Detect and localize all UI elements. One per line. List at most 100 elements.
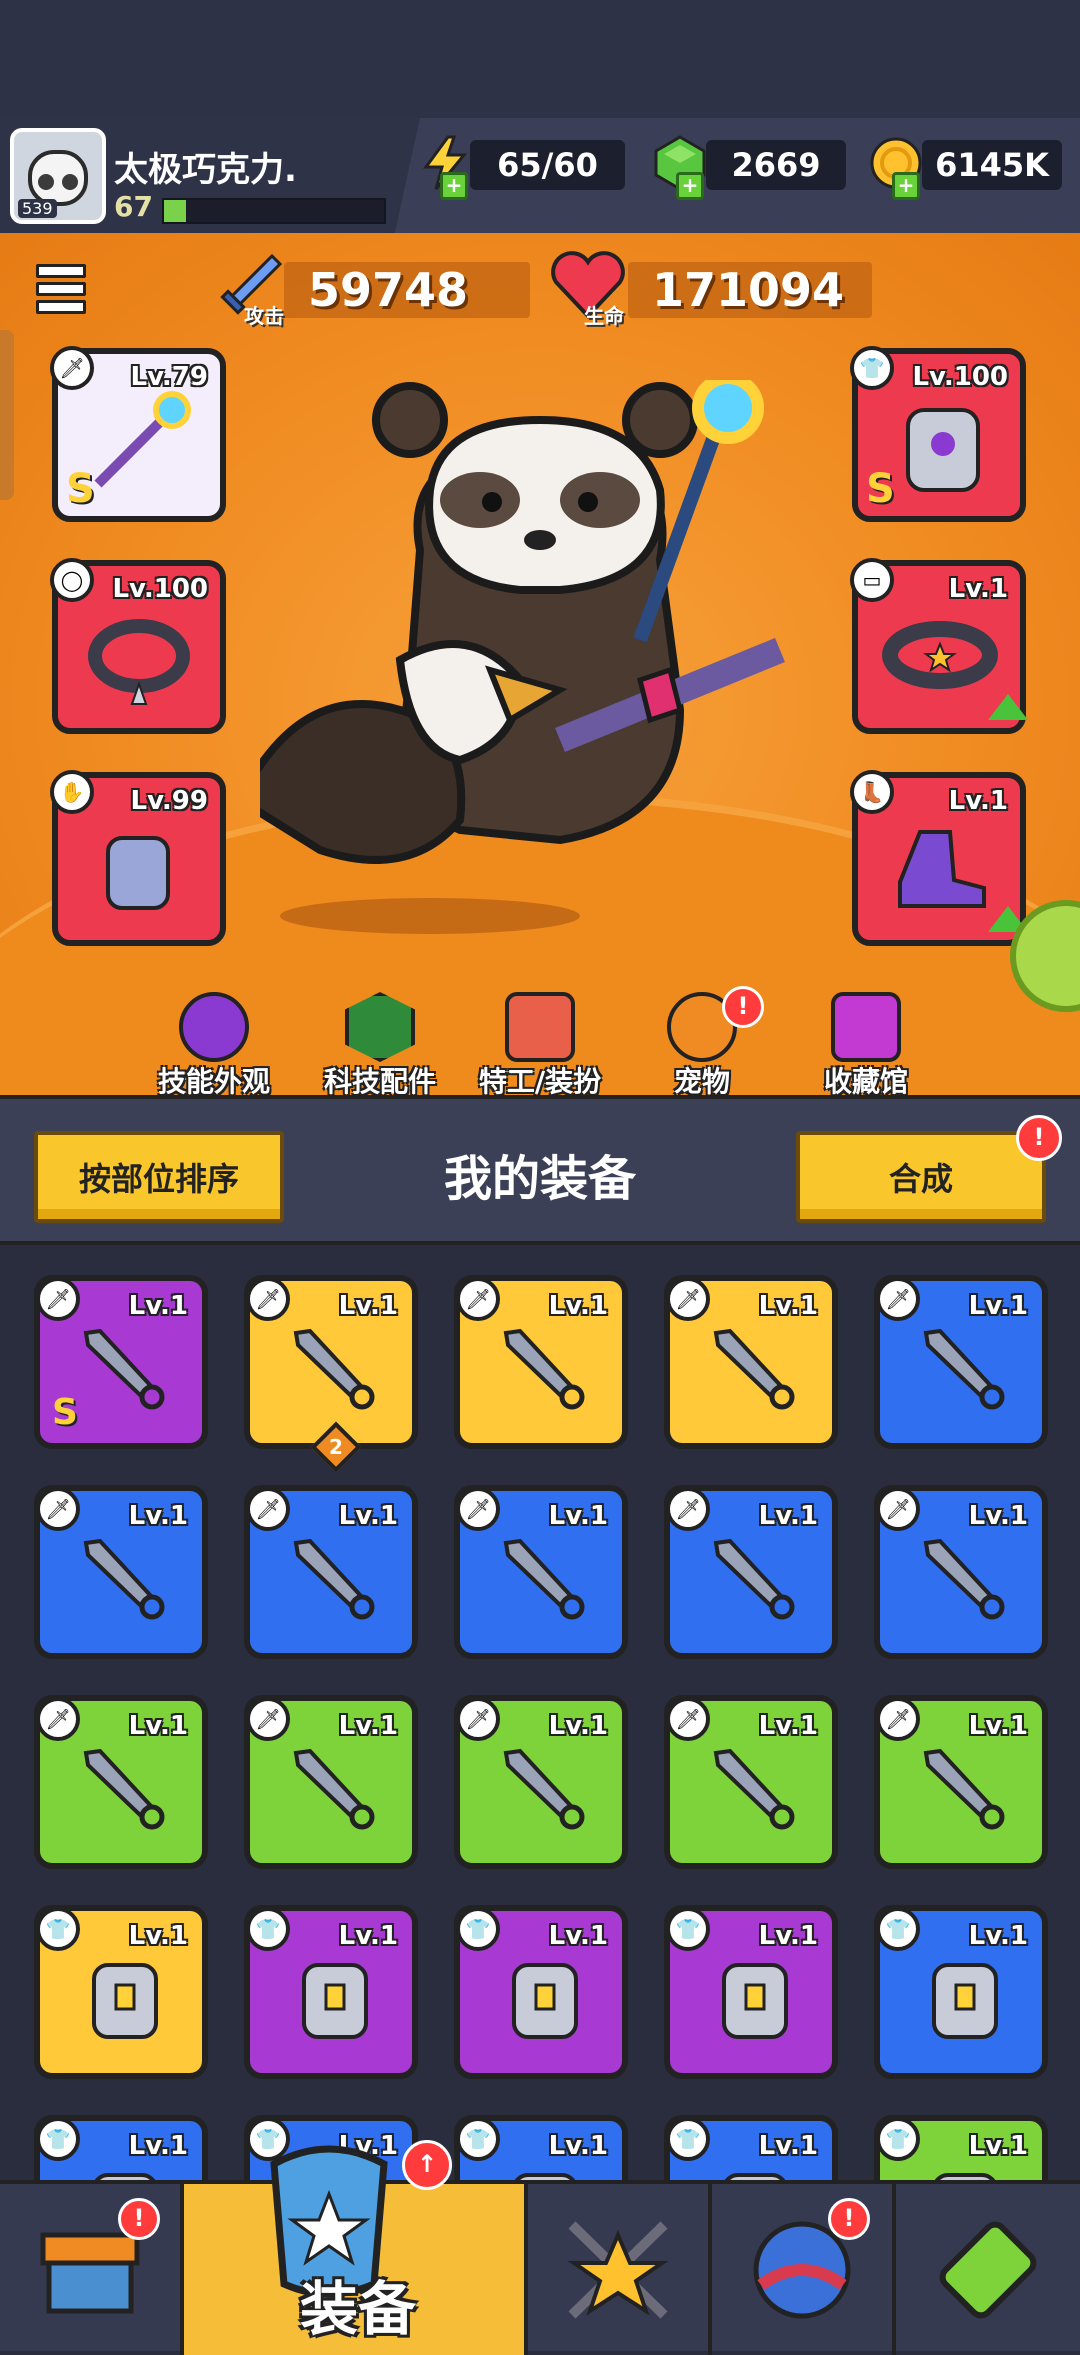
equipped-armor-slot[interactable]: 👕 Lv.100 S <box>850 346 1026 522</box>
upgrade-arrow-icon: ↑ <box>402 2140 452 2190</box>
weapon-type-icon: 🗡 <box>246 1697 290 1741</box>
equipment-level: Lv.1 <box>548 1501 608 1531</box>
equipment-card[interactable]: 👕 Lv.1 <box>454 1905 628 2079</box>
energy-add-button[interactable]: + <box>440 172 468 200</box>
evolution-tab[interactable] <box>896 2184 1080 2355</box>
equipment-card[interactable]: 🗡 Lv.1 <box>34 1695 208 1869</box>
events-tab[interactable]: ! <box>712 2184 896 2355</box>
equipped-boots-slot[interactable]: 👢 Lv.1 <box>850 770 1028 946</box>
menu-icon[interactable] <box>36 264 86 314</box>
avatar-badge: 539 <box>18 199 57 218</box>
tech-parts-tab[interactable]: 科技配件 <box>300 980 460 1098</box>
gold-value: 6145K <box>922 140 1062 190</box>
equipment-level: Lv.1 <box>968 1921 1028 1951</box>
xp-bar <box>162 198 386 224</box>
equipment-level: Lv.1 <box>338 1501 398 1531</box>
collection-tab[interactable]: 收藏馆 <box>786 980 946 1098</box>
weapon-type-icon: 🗡 <box>456 1487 500 1531</box>
equipment-count: 2 <box>329 1435 343 1459</box>
necklace-type-icon: ◯ <box>50 558 94 602</box>
staff-icon <box>94 391 191 488</box>
equipment-tab-label: 装备 <box>300 2275 417 2343</box>
tech-parts-label: 科技配件 <box>323 1065 436 1098</box>
equipment-card[interactable]: 👕 Lv.1 <box>34 1905 208 2079</box>
equipment-card[interactable]: 🗡 Lv.1 <box>454 1485 628 1659</box>
equipment-card[interactable]: 🗡 Lv.1 S <box>34 1275 208 1449</box>
equipment-card[interactable]: 🗡 Lv.1 <box>664 1485 838 1659</box>
armor-type-icon: 👕 <box>36 1907 80 1951</box>
hp-value: 171094 <box>628 262 872 318</box>
equipment-level: Lv.1 <box>338 1921 398 1951</box>
armor-type-icon: 👕 <box>876 1907 920 1951</box>
pet-alert-badge: ! <box>722 986 764 1028</box>
equipment-level: Lv.1 <box>548 1711 608 1741</box>
equipment-card[interactable]: 👕 Lv.1 <box>874 2115 1048 2180</box>
equipment-level: Lv.1 <box>758 1711 818 1741</box>
belt-icon <box>882 621 998 689</box>
glove-type-icon: ✋ <box>50 770 94 814</box>
equipped-weapon-slot[interactable]: 🗡 Lv.79 S <box>50 346 226 522</box>
equipment-level: Lv.1 <box>128 1501 188 1531</box>
merge-button[interactable]: 合成 <box>796 1131 1046 1223</box>
belt-type-icon: ▭ <box>850 558 894 602</box>
equipment-card[interactable]: 👕 Lv.1 <box>34 2115 208 2180</box>
equipment-level: Lv.1 <box>338 1291 398 1321</box>
weapon-type-icon: 🗡 <box>246 1277 290 1321</box>
weapon-type-icon: 🗡 <box>666 1697 710 1741</box>
equipped-belt-slot[interactable]: ▭ Lv.1 <box>850 558 1028 734</box>
armor-type-icon: 👕 <box>456 2117 500 2161</box>
belt-level: Lv.1 <box>948 574 1008 604</box>
sword-icon <box>923 1748 1005 1830</box>
boot-type-icon: 👢 <box>850 770 894 814</box>
equipment-card[interactable]: 👕 Lv.1 <box>664 1905 838 2079</box>
equipment-card[interactable]: 🗡 Lv.1 2 <box>244 1275 418 1473</box>
shirt-icon <box>932 1963 998 2039</box>
player-name: 太极巧克力. <box>114 150 297 190</box>
skills-tab[interactable] <box>528 2184 712 2355</box>
equipment-card[interactable]: 🗡 Lv.1 <box>34 1485 208 1659</box>
equipment-rank: S <box>52 1392 78 1433</box>
agent-outfit-label: 特工/装扮 <box>478 1065 602 1098</box>
equipped-gloves-slot[interactable]: ✋ Lv.99 <box>50 770 226 946</box>
attack-label: 攻击 <box>244 304 284 328</box>
gem-value: 2669 <box>706 140 846 190</box>
pet-label: 宠物 <box>673 1065 730 1098</box>
equipment-card[interactable]: 🗡 Lv.1 <box>244 1485 418 1659</box>
equipment-card[interactable]: 🗡 Lv.1 <box>454 1695 628 1869</box>
skill-skin-tab[interactable]: 技能外观 <box>134 980 294 1098</box>
equipment-card[interactable]: 🗡 Lv.1 <box>664 1695 838 1869</box>
equipment-card[interactable]: 🗡 Lv.1 <box>874 1485 1048 1659</box>
sword-icon <box>293 1748 375 1830</box>
pet-tab[interactable]: 宠物 ! <box>622 980 782 1098</box>
equipment-card[interactable]: 👕 Lv.1 <box>244 1905 418 2079</box>
gem-add-button[interactable]: + <box>676 172 704 200</box>
skill-skin-label: 技能外观 <box>157 1065 270 1098</box>
equipment-count-badge: 2 <box>310 1421 362 1473</box>
equipment-level: Lv.1 <box>758 1291 818 1321</box>
dna-capsule-icon <box>939 2221 1037 2318</box>
shop-tab[interactable]: ! <box>0 2184 184 2355</box>
equipment-card[interactable]: 🗡 Lv.1 <box>664 1275 838 1449</box>
equipped-necklace-slot[interactable]: ◯ Lv.100 <box>50 558 226 734</box>
gold-add-button[interactable]: + <box>892 172 920 200</box>
agent-outfit-tab[interactable]: 特工/装扮 <box>460 980 620 1098</box>
equipment-card[interactable]: 🗡 Lv.1 <box>874 1695 1048 1869</box>
feature-nav: 技能外观 科技配件 特工/装扮 宠物 ! 收藏馆 <box>0 980 1080 1098</box>
sneaker-icon <box>898 830 986 908</box>
equipment-card[interactable]: 👕 Lv.1 <box>874 1905 1048 2079</box>
equipment-card[interactable]: 🗡 Lv.1 <box>244 1695 418 1869</box>
side-drawer-handle[interactable] <box>0 330 14 500</box>
equipment-header: 按部位排序 我的装备 合成 ! <box>0 1095 1080 1245</box>
armor-type-icon: 👕 <box>666 1907 710 1951</box>
shirt-icon <box>514 2173 576 2180</box>
equipment-card[interactable]: 🗡 Lv.1 <box>874 1275 1048 1449</box>
equipment-card[interactable]: 👕 Lv.1 <box>454 2115 628 2180</box>
equipment-card[interactable]: 👕 Lv.1 <box>664 2115 838 2180</box>
equipment-card[interactable]: 🗡 Lv.1 <box>454 1275 628 1449</box>
hp-label: 生命 <box>584 304 624 328</box>
weapon-rank: S <box>66 466 95 512</box>
equipment-level: Lv.1 <box>548 1291 608 1321</box>
sword-icon <box>503 1748 585 1830</box>
bottom-nav: ! ↑ ! <box>0 2140 1080 2355</box>
avatar[interactable]: 539 <box>10 128 106 224</box>
